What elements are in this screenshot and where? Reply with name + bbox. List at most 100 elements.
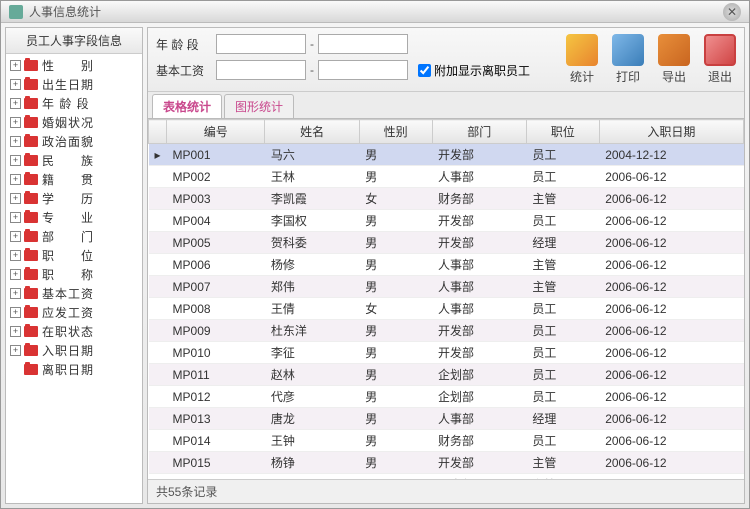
app-window: 人事信息统计 ✕ 员工人事字段信息 +性 别+出生日期+年 龄 段+婚姻状况+政… [0,0,750,509]
show-left-checkbox[interactable] [418,64,431,77]
tree-item[interactable]: +在职状态 [6,322,142,341]
tree-label: 政治面貌 [42,133,94,150]
table-cell: 女 [359,298,432,320]
expander-icon[interactable]: + [10,117,21,128]
stat-button[interactable]: 统计 [566,34,598,85]
expander-icon[interactable]: + [10,345,21,356]
print-button[interactable]: 打印 [612,34,644,85]
tree-item[interactable]: +专 业 [6,208,142,227]
expander-icon[interactable]: + [10,136,21,147]
show-left-checkbox-wrap[interactable]: 附加显示离职员工 [418,62,530,79]
tree-item[interactable]: +应发工资 [6,303,142,322]
exit-button[interactable]: 退出 [704,34,736,85]
expander-icon[interactable]: + [10,212,21,223]
row-selector [149,166,167,188]
column-header[interactable]: 部门 [432,120,526,144]
table-cell: MP006 [167,254,265,276]
table-cell: 2006-06-12 [599,408,743,430]
tree-item[interactable]: +出生日期 [6,75,142,94]
tree-item[interactable]: +部 门 [6,227,142,246]
expander-icon[interactable]: + [10,155,21,166]
tree-item[interactable]: +入职日期 [6,341,142,360]
sidebar: 员工人事字段信息 +性 别+出生日期+年 龄 段+婚姻状况+政治面貌+民 族+籍… [5,27,143,504]
table-cell: 人事部 [432,276,526,298]
table-row[interactable]: MP012代彦男企划部员工2006-06-12 [149,386,744,408]
age-to-input[interactable] [318,34,408,54]
tree-label: 学 历 [42,190,94,207]
table-header-row: 编号姓名性别部门职位入职日期 [149,120,744,144]
table-row[interactable]: MP014王钟男财务部员工2006-06-12 [149,430,744,452]
table-cell: 员工 [526,298,599,320]
table-cell: 开发部 [432,452,526,474]
tree-item[interactable]: +籍 贯 [6,170,142,189]
column-header[interactable]: 性别 [359,120,432,144]
table-row[interactable]: MP004李国权男开发部员工2006-06-12 [149,210,744,232]
expander-icon[interactable]: + [10,250,21,261]
expander-icon[interactable]: + [10,231,21,242]
table-cell: 经理 [526,408,599,430]
tree-item[interactable]: 离职日期 [6,360,142,379]
tree-item[interactable]: +民 族 [6,151,142,170]
expander-icon[interactable]: + [10,193,21,204]
tree-item[interactable]: +性 别 [6,56,142,75]
column-header[interactable]: 入职日期 [599,120,743,144]
expander-icon[interactable]: + [10,288,21,299]
tree-item[interactable]: +职 位 [6,246,142,265]
table-body: ▸MP001马六男开发部员工2004-12-12MP002王林男人事部员工200… [149,144,744,480]
table-cell: 2006-06-12 [599,386,743,408]
table-cell: 2006-06-12 [599,452,743,474]
tab-chart-stat[interactable]: 图形统计 [224,94,294,118]
table-cell: 开发部 [432,342,526,364]
row-selector [149,386,167,408]
table-cell: 2006-06-12 [599,320,743,342]
export-button[interactable]: 导出 [658,34,690,85]
table-cell: MP001 [167,144,265,166]
expander-icon[interactable]: + [10,307,21,318]
table-row[interactable]: MP010李征男开发部员工2006-06-12 [149,342,744,364]
table-row[interactable]: MP008王倩女人事部员工2006-06-12 [149,298,744,320]
table-row[interactable]: MP009杜东洋男开发部员工2006-06-12 [149,320,744,342]
print-label: 打印 [616,68,640,85]
tab-table-stat[interactable]: 表格统计 [152,94,222,118]
table-row[interactable]: MP013唐龙男人事部经理2006-06-12 [149,408,744,430]
table-cell: 开发部 [432,210,526,232]
age-from-input[interactable] [216,34,306,54]
tree-item[interactable]: +职 称 [6,265,142,284]
folder-icon [24,326,38,337]
table-cell: 员工 [526,386,599,408]
salary-from-input[interactable] [216,60,306,80]
expander-icon[interactable]: + [10,326,21,337]
column-header[interactable]: 姓名 [265,120,359,144]
table-row[interactable]: MP005贺科委男开发部经理2006-06-12 [149,232,744,254]
row-selector [149,254,167,276]
tree-item[interactable]: + 政治面貌 [6,132,142,151]
expander-icon[interactable]: + [10,174,21,185]
expander-icon[interactable]: + [10,269,21,280]
table-row[interactable]: MP011赵林男企划部员工2006-06-12 [149,364,744,386]
table-cell: 赵林 [265,364,359,386]
table-row[interactable]: MP007郑伟男人事部主管2006-06-12 [149,276,744,298]
expander-icon[interactable]: + [10,60,21,71]
tree-item[interactable]: +年 龄 段 [6,94,142,113]
tree-item[interactable]: +婚姻状况 [6,113,142,132]
tree-item[interactable]: + 学 历 [6,189,142,208]
data-table: 编号姓名性别部门职位入职日期 ▸MP001马六男开发部员工2004-12-12M… [148,119,744,479]
expander-icon[interactable]: + [10,98,21,109]
table-cell: 2006-06-12 [599,232,743,254]
table-wrap[interactable]: 编号姓名性别部门职位入职日期 ▸MP001马六男开发部员工2004-12-12M… [148,118,744,479]
table-row[interactable]: MP002王林男人事部员工2006-06-12 [149,166,744,188]
table-row[interactable]: MP003李凯霞女财务部主管2006-06-12 [149,188,744,210]
column-header[interactable]: 职位 [526,120,599,144]
salary-to-input[interactable] [318,60,408,80]
table-row[interactable]: MP006杨修男人事部主管2006-06-12 [149,254,744,276]
table-row[interactable]: ▸MP001马六男开发部员工2004-12-12 [149,144,744,166]
expander-icon[interactable]: + [10,79,21,90]
close-button[interactable]: ✕ [723,3,741,21]
table-cell: 2004-12-12 [599,144,743,166]
table-cell: MP002 [167,166,265,188]
folder-icon [24,79,38,90]
column-header[interactable]: 编号 [167,120,265,144]
table-row[interactable]: MP015杨铮男开发部主管2006-06-12 [149,452,744,474]
row-selector [149,276,167,298]
tree-item[interactable]: +基本工资 [6,284,142,303]
